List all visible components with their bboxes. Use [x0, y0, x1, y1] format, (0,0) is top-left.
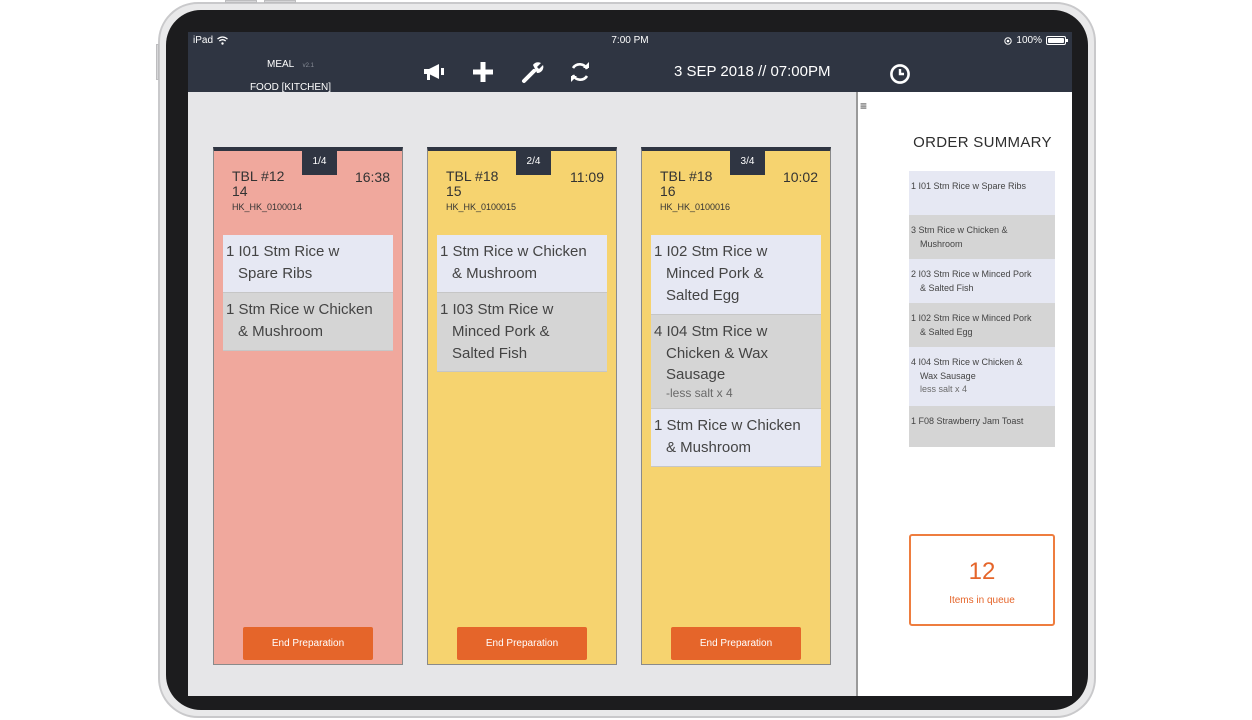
battery-percent: 100% — [1016, 35, 1042, 46]
status-right: 100% — [1004, 35, 1068, 46]
ticket-items: 1 I02 Stm Rice w Minced Pork & Salted Eg… — [651, 235, 821, 467]
ticket-items: 1 I01 Stm Rice w Spare Ribs 1 Stm Rice w… — [223, 235, 393, 351]
order-line-text: 1 Stm Rice w Chicken — [226, 300, 373, 318]
order-line-text: 1 I02 Stm Rice w — [654, 243, 768, 260]
order-ticket[interactable]: 3/4 TBL #18 16 10:02 HK_HK_0100016 1 I02… — [641, 147, 831, 665]
order-line-note: -less salt x 4 — [666, 386, 733, 401]
ticket-time: 16:38 — [354, 169, 390, 185]
ticket-badge: 1/4 — [302, 149, 337, 175]
ticket-badge: 2/4 — [516, 149, 551, 175]
order-line-text: Chicken & Wax — [666, 344, 768, 362]
order-line-text: Minced Pork & — [666, 264, 764, 282]
wrench-icon[interactable] — [519, 60, 545, 84]
ticket-badge: 3/4 — [730, 149, 765, 175]
summary-item-text: Mushroom — [920, 238, 963, 249]
summary-item-text: 1 F08 Strawberry Jam Toast — [911, 416, 1024, 426]
summary-item-text: 3 Stm Rice w Chicken & — [911, 225, 1008, 235]
order-line[interactable]: 1 I01 Stm Rice w Spare Ribs — [223, 235, 393, 293]
app-version: v2.1 — [302, 63, 315, 69]
queue-count: 12 — [968, 558, 996, 585]
battery-icon — [1046, 36, 1068, 45]
order-line-text: Minced Pork & — [452, 322, 550, 340]
refresh-icon[interactable] — [567, 60, 593, 84]
order-line-text: 4 I04 Stm Rice w — [654, 322, 768, 340]
ticket-table: TBL #18 — [446, 168, 499, 184]
end-preparation-button[interactable]: End Preparation — [457, 627, 587, 660]
summary-item-note: less salt x 4 — [920, 384, 968, 394]
summary-item[interactable]: 4 I04 Stm Rice w Chicken & Wax Sausage l… — [909, 347, 1055, 406]
ticket-ref: HK_HK_0100016 — [660, 202, 731, 212]
order-line-text: 1 I03 Stm Rice w — [440, 300, 554, 318]
app-header: iPad 7:00 PM 100% MEAL v2.1 FOOD [KITCHE… — [188, 32, 1072, 93]
summary-item-text: 1 I01 Stm Rice w Spare Ribs — [911, 181, 1027, 191]
summary-item-text: Wax Sausage — [920, 370, 976, 381]
queue-label: Items in queue — [949, 595, 1015, 606]
order-ticket[interactable]: 1/4 TBL #12 14 16:38 HK_HK_0100014 1 I01… — [213, 147, 403, 665]
ticket-table-sub: 16 — [660, 183, 676, 199]
clock-icon[interactable] — [887, 62, 913, 86]
summary-item-text: 1 I02 Stm Rice w Minced Pork — [911, 313, 1032, 323]
status-time: 7:00 PM — [611, 35, 649, 46]
summary-title: ORDER SUMMARY — [913, 134, 1052, 151]
summary-item-text: & Salted Egg — [920, 326, 973, 337]
summary-item[interactable]: 1 F08 Strawberry Jam Toast — [909, 406, 1055, 447]
order-line[interactable]: 1 Stm Rice w Chicken & Mushroom — [651, 408, 821, 467]
order-line-text: 1 Stm Rice w Chicken — [440, 243, 587, 260]
summary-item-text: & Salted Fish — [920, 282, 974, 293]
summary-item-text: 4 I04 Stm Rice w Chicken & — [911, 357, 1023, 367]
end-preparation-button[interactable]: End Preparation — [671, 627, 801, 660]
queue-counter: 12 Items in queue — [909, 534, 1055, 626]
ticket-time: 10:02 — [782, 169, 818, 185]
summary-item-text: 2 I03 Stm Rice w Minced Pork — [911, 269, 1032, 279]
order-line[interactable]: 4 I04 Stm Rice w Chicken & Wax Sausage -… — [651, 314, 821, 409]
order-line-text: & Mushroom — [452, 264, 538, 282]
top-button-right — [264, 0, 296, 3]
order-line[interactable]: 1 Stm Rice w Chicken & Mushroom — [437, 235, 607, 293]
ticket-ref: HK_HK_0100015 — [446, 202, 517, 212]
order-line[interactable]: 1 Stm Rice w Chicken & Mushroom — [223, 292, 393, 351]
ticket-table: TBL #18 — [660, 168, 713, 184]
ticket-time: 11:09 — [570, 169, 604, 185]
order-line-text: & Mushroom — [238, 322, 324, 340]
megaphone-icon[interactable] — [421, 60, 447, 84]
ticket-table-sub: 15 — [446, 183, 462, 199]
app-name: MEAL — [266, 59, 295, 70]
ticket-board: 1/4 TBL #12 14 16:38 HK_HK_0100014 1 I01… — [188, 92, 856, 696]
summary-item[interactable]: 1 I02 Stm Rice w Minced Pork & Salted Eg… — [909, 303, 1055, 347]
summary-item[interactable]: 2 I03 Stm Rice w Minced Pork & Salted Fi… — [909, 259, 1055, 303]
order-line-text: Sausage — [666, 366, 726, 384]
ticket-table-sub: 14 — [232, 183, 248, 199]
ticket-table: TBL #12 — [232, 168, 285, 184]
order-line-text: 1 I01 Stm Rice w — [226, 243, 340, 260]
order-line-text: Salted Egg — [666, 286, 740, 304]
order-datetime: 3 SEP 2018 // 07:00PM — [674, 63, 831, 80]
order-line[interactable]: 1 I03 Stm Rice w Minced Pork & Salted Fi… — [437, 292, 607, 373]
volume-button — [156, 44, 159, 80]
app-screen: iPad 7:00 PM 100% MEAL v2.1 FOOD [KITCHE… — [188, 32, 1072, 696]
app-brand: MEAL v2.1 FOOD [KITCHEN] — [228, 54, 353, 93]
order-line-text: Salted Fish — [452, 344, 528, 362]
ticket-items: 1 Stm Rice w Chicken & Mushroom 1 I03 St… — [437, 235, 607, 373]
status-bar: iPad 7:00 PM 100% — [188, 32, 1072, 50]
menu-icon[interactable]: ≡ — [860, 100, 867, 112]
order-line-text: Spare Ribs — [238, 264, 313, 282]
top-button-left — [225, 0, 257, 3]
order-line-text: 1 Stm Rice w Chicken — [654, 416, 801, 434]
ticket-ref: HK_HK_0100014 — [232, 202, 303, 212]
end-preparation-button[interactable]: End Preparation — [243, 627, 373, 660]
order-line[interactable]: 1 I02 Stm Rice w Minced Pork & Salted Eg… — [651, 235, 821, 315]
summary-item[interactable]: 1 I01 Stm Rice w Spare Ribs — [909, 171, 1055, 215]
order-line-text: & Mushroom — [666, 438, 752, 456]
plus-icon[interactable] — [470, 60, 496, 84]
summary-item[interactable]: 3 Stm Rice w Chicken & Mushroom — [909, 215, 1055, 259]
summary-list: 1 I01 Stm Rice w Spare Ribs 3 Stm Rice w… — [909, 171, 1055, 447]
order-ticket[interactable]: 2/4 TBL #18 15 11:09 HK_HK_0100015 1 Stm… — [427, 147, 617, 665]
orientation-lock-icon — [1004, 36, 1013, 45]
order-summary-panel: ≡ ORDER SUMMARY 1 I01 Stm Rice w Spare R… — [858, 92, 1072, 696]
